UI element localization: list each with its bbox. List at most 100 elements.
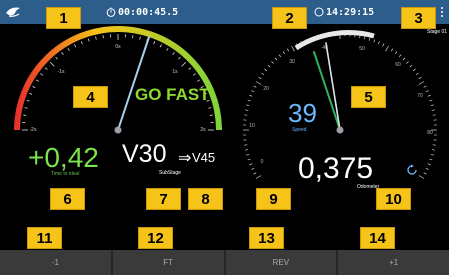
gauge-tick xyxy=(24,107,28,109)
gauge-tick xyxy=(249,163,253,166)
gauge-tick xyxy=(61,52,64,55)
gauge-tick xyxy=(431,109,435,111)
gauge-tick xyxy=(368,37,371,41)
time-gauge: -2s -1s 0s 1s 2s xyxy=(14,26,222,134)
rev-button[interactable]: REV xyxy=(225,250,337,275)
gauge-tick xyxy=(261,72,265,76)
gauge-tick xyxy=(418,81,425,85)
gauge-tick xyxy=(197,79,201,82)
next-speed-setting: V45 xyxy=(192,150,216,165)
gauge-tick xyxy=(188,67,192,70)
gauge-tick xyxy=(139,36,141,40)
gauge-tick xyxy=(412,68,416,72)
gauge-tick xyxy=(172,52,175,55)
annotation-badge: 10 xyxy=(376,188,411,210)
gauge-tick xyxy=(255,175,262,179)
gauge-tick xyxy=(415,72,419,76)
gauge-tick xyxy=(291,45,295,52)
gauge-tick xyxy=(418,175,425,179)
gauge-tick xyxy=(74,44,77,48)
gauge-tick xyxy=(253,172,257,175)
gauge-tick xyxy=(373,39,376,43)
speed-tick-label: 50 xyxy=(359,46,365,52)
gauge-tick xyxy=(40,73,43,76)
annotation-badge: 14 xyxy=(360,227,395,249)
time-needle xyxy=(117,36,150,131)
speed-needle-hub xyxy=(336,126,344,134)
annotation-badge: 6 xyxy=(50,188,85,210)
gauge-tick xyxy=(286,48,290,52)
gauge-tick xyxy=(430,104,434,107)
speed-tick-label: 10 xyxy=(249,123,255,129)
gauge-tick xyxy=(377,41,380,45)
gauge-tick xyxy=(208,107,212,109)
gauge-tick xyxy=(394,51,398,55)
gauge-tick xyxy=(178,56,181,60)
gauge-tick xyxy=(423,172,427,175)
speed-tick-label: 60 xyxy=(395,62,401,68)
annotation-badge: 8 xyxy=(188,188,223,210)
gauge-tick xyxy=(274,57,278,61)
annotation-badge: 11 xyxy=(27,227,62,249)
gauge-tick xyxy=(249,94,253,97)
bottom-toolbar: -1 FT REV +1 xyxy=(0,250,449,275)
gauge-tick xyxy=(35,79,39,82)
gauge-tick xyxy=(251,167,255,170)
odometer-value: 0,375 xyxy=(298,152,374,185)
speed-tick-label: 0 xyxy=(261,159,264,165)
annotation-badge: 2 xyxy=(272,7,307,29)
gauge-tick xyxy=(29,92,33,95)
gauge-tick xyxy=(181,61,187,67)
gauge-tick xyxy=(418,76,422,80)
gauge-tick xyxy=(429,158,433,161)
gauge-tick xyxy=(402,57,406,61)
gauge-tick xyxy=(427,163,431,166)
annotation-badge: 4 xyxy=(73,86,108,108)
gauge-tick xyxy=(166,47,169,51)
gauge-tick xyxy=(282,51,286,55)
time-tick-label: 0s xyxy=(115,44,121,50)
reset-odometer-icon[interactable] xyxy=(406,164,418,176)
gauge-tick xyxy=(406,61,409,64)
annotation-badge: 1 xyxy=(46,7,81,29)
speed-tick-label: 20 xyxy=(263,86,269,92)
gauge-tick xyxy=(251,90,255,93)
decrement-button[interactable]: -1 xyxy=(0,250,111,275)
speed-value: 39 xyxy=(288,98,317,128)
gauge-tick xyxy=(385,45,389,52)
gauge-tick xyxy=(423,85,427,88)
gauge-tick xyxy=(193,73,196,76)
current-speed-setting: V30 xyxy=(122,140,167,168)
gauge-tick xyxy=(431,149,435,151)
gauge-tick xyxy=(390,48,394,52)
time-tick-label: -1s xyxy=(58,69,65,75)
gauge-tick xyxy=(55,56,58,60)
gauge-tick xyxy=(44,67,48,70)
gauge-tick xyxy=(255,81,262,85)
increment-button[interactable]: +1 xyxy=(338,250,449,275)
speed-tick-label: 70 xyxy=(417,93,423,99)
gauge-tick xyxy=(246,104,250,107)
gauge-tick xyxy=(425,167,429,170)
annotation-badge: 13 xyxy=(249,227,284,249)
reference-needle xyxy=(325,42,341,131)
gauge-tick xyxy=(67,47,70,51)
annotation-badge: 12 xyxy=(138,227,173,249)
speed-label: Speed xyxy=(292,127,307,133)
substage-label: SubStage xyxy=(159,170,181,176)
annotation-badge: 3 xyxy=(401,7,436,29)
gauge-tick xyxy=(425,90,429,93)
gauge-tick xyxy=(267,64,271,68)
speed-tick-label: 30 xyxy=(289,59,295,65)
ft-button[interactable]: FT xyxy=(112,250,224,275)
gauge-tick xyxy=(246,153,250,156)
gauge-tick xyxy=(427,94,431,97)
gauge-tick xyxy=(253,85,257,88)
gauge-tick xyxy=(153,41,156,45)
gauge-tick xyxy=(49,61,55,67)
gauge-tick xyxy=(271,61,274,64)
arrow-right-icon: ⇒ xyxy=(178,150,192,167)
gauge-tick xyxy=(159,44,162,48)
annotation-badge: 7 xyxy=(146,188,181,210)
time-tick-label: 2s xyxy=(200,127,206,133)
